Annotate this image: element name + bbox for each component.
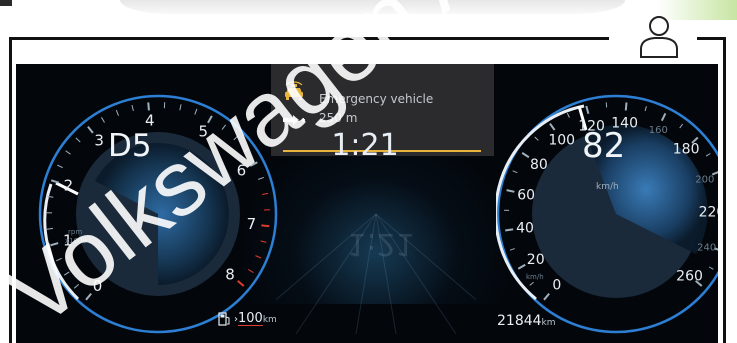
odometer-unit: km <box>541 318 556 328</box>
user-profile-icon[interactable] <box>633 11 685 61</box>
frame-top-line-right <box>697 37 726 40</box>
speedometer-minor-label: 200 <box>695 175 714 186</box>
tachometer-major-tick <box>85 293 92 301</box>
tachometer-label: 4 <box>145 111 155 129</box>
tachometer-minor-tick <box>46 227 54 230</box>
speedometer-major-tick <box>517 263 526 270</box>
tachometer-label: 8 <box>225 265 235 283</box>
tachometer-minor-tick <box>115 109 119 116</box>
clock-reflection: 1:21 <box>347 226 415 261</box>
speed-unit: km/h <box>596 182 619 192</box>
tachometer-minor-tick <box>221 124 227 130</box>
speedometer-minor-tick <box>705 153 711 157</box>
speedometer-major-tick <box>505 228 514 232</box>
tachometer-label: 0 <box>93 277 103 295</box>
tachometer-major-tick <box>237 280 245 287</box>
speedometer-minor-label: 160 <box>649 125 668 136</box>
speedometer-major-tick <box>521 152 530 159</box>
speedometer-major-label: 20 <box>527 252 545 268</box>
clock-time: 1:21 <box>331 128 399 163</box>
tachometer-unit-rpm: rpm <box>68 228 82 236</box>
speedometer-major-tick <box>624 102 628 111</box>
emergency-vehicle-icon <box>285 81 303 100</box>
odometer: 21844km <box>497 313 556 329</box>
tachometer-minor-tick <box>243 147 249 153</box>
speedometer-major-label: 80 <box>530 157 548 173</box>
tachometer-major-tick <box>50 179 60 184</box>
speedometer-major-label: 60 <box>517 187 535 203</box>
tachometer-gauge: 012345678 rpm x1000 <box>38 94 278 334</box>
tachometer-minor-tick <box>57 164 63 169</box>
tachometer-unit-x1000: x1000 <box>65 237 87 245</box>
tachometer-minor-tick <box>63 271 70 276</box>
fuel-range-value: 100 <box>238 311 263 326</box>
tachometer-major-tick <box>147 102 150 111</box>
speedometer-minor-tick <box>679 123 684 129</box>
top-gray-tab <box>120 0 625 14</box>
corner-mark <box>0 0 12 6</box>
speedometer-major-tick <box>506 189 515 193</box>
tachometer-minor-tick <box>131 104 134 112</box>
notification-title: Emergency vehicle <box>319 92 434 106</box>
tachometer-major-tick <box>87 126 94 134</box>
tachometer-minor-tick <box>194 108 198 115</box>
speedometer-minor-tick <box>512 170 518 174</box>
speedometer-minor-tick <box>708 266 714 270</box>
instrument-cluster: Emergency vehicle 250 m 012345678 rpm x1… <box>16 64 718 343</box>
tachometer-label: 6 <box>237 162 247 180</box>
tachometer-minor-tick <box>233 135 239 141</box>
tachometer-minor-tick <box>101 117 105 123</box>
tachometer-minor-tick <box>75 137 81 143</box>
speedometer-major-tick <box>549 122 556 131</box>
speedometer-minor-tick <box>529 281 534 286</box>
gear-indicator: D5 <box>108 128 152 164</box>
tachometer-minor-tick <box>260 240 267 243</box>
frame-top-line <box>9 37 609 40</box>
tachometer-label: 5 <box>198 123 208 141</box>
tachometer-minor-tick <box>179 104 182 111</box>
tachometer-major-tick <box>207 115 213 124</box>
tachometer-major-tick <box>249 161 258 167</box>
speedometer-major-label: 260 <box>676 269 703 285</box>
speedometer-small-unit: km/h <box>526 273 544 281</box>
speedometer-minor-tick <box>644 106 647 112</box>
speedometer-major-label: 40 <box>516 221 534 237</box>
tachometer-minor-tick <box>56 257 62 262</box>
tachometer-minor-tick <box>65 150 71 155</box>
tachometer-label: 7 <box>247 215 257 233</box>
speedometer-major-tick <box>543 293 550 301</box>
odometer-value: 21844 <box>497 313 542 329</box>
speedometer-minor-tick <box>566 112 570 118</box>
tachometer-major-tick <box>50 242 59 247</box>
speed-value: 82 <box>582 126 626 166</box>
fuel-range: ›100km <box>218 311 277 326</box>
fuel-range-unit: km <box>262 315 277 325</box>
speedometer-major-label: 100 <box>548 133 575 149</box>
direction-arrow-icon <box>283 115 305 125</box>
fuel-pump-icon <box>218 311 230 326</box>
speedometer-major-label: 180 <box>673 141 700 157</box>
tachometer-minor-tick <box>248 269 254 274</box>
tachometer-minor-tick <box>262 192 269 195</box>
notification-distance: 250 m <box>319 111 358 125</box>
tachometer-label: 3 <box>94 132 104 150</box>
speedometer-minor-label: 240 <box>697 243 716 254</box>
speedometer-major-tick <box>585 105 590 114</box>
frame-right <box>723 37 726 343</box>
speedometer-major-tick <box>660 113 667 122</box>
frame-left <box>9 37 12 343</box>
speedometer-major-label: 0 <box>552 277 561 293</box>
speedometer-minor-tick <box>509 248 515 251</box>
tachometer-minor-tick <box>255 255 262 259</box>
speedometer-minor-tick <box>534 136 539 141</box>
speedometer-major-label: 220 <box>699 204 718 220</box>
tachometer-major-tick <box>261 224 270 228</box>
tachometer-label: 2 <box>64 177 74 195</box>
tachometer-minor-tick <box>73 283 80 289</box>
tachometer-minor-tick <box>258 176 265 180</box>
